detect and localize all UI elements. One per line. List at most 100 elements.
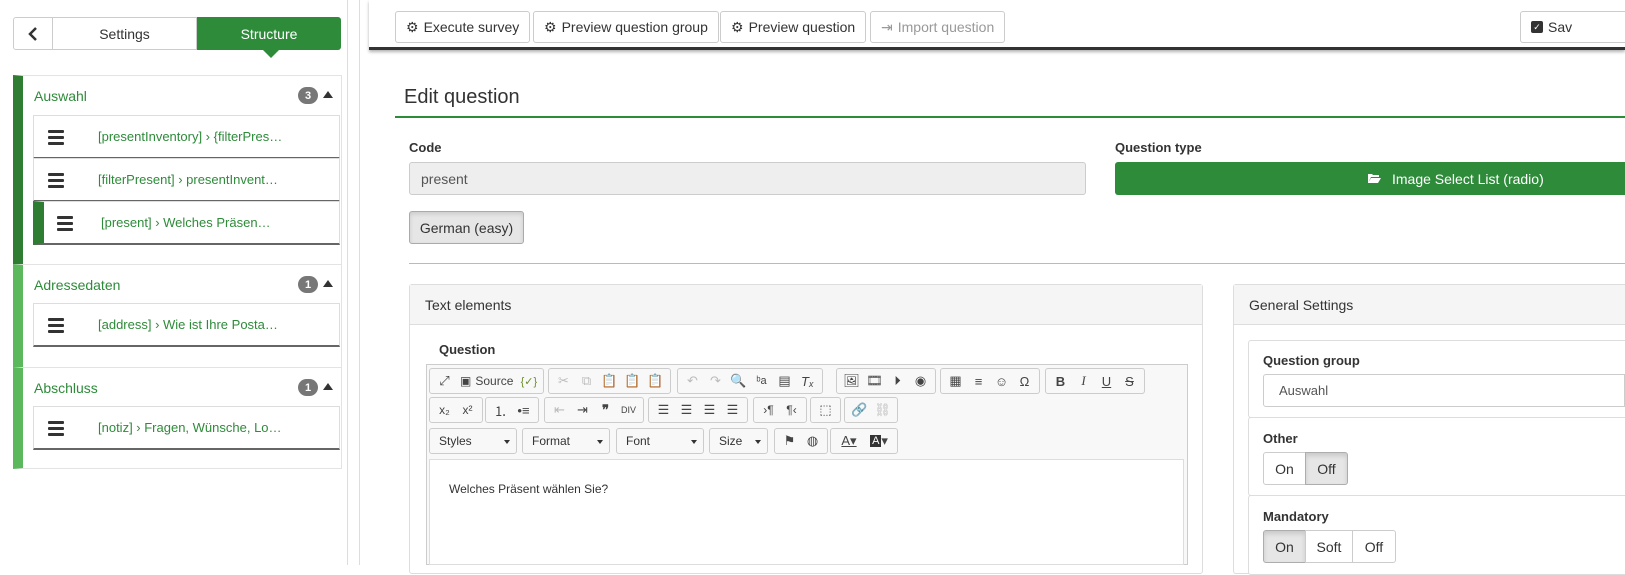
superscript-icon[interactable]: x² <box>456 399 479 421</box>
maximize-icon[interactable]: ⤢ <box>433 370 456 392</box>
redo-icon[interactable]: ↷ <box>704 370 727 392</box>
flag-icon[interactable]: ⚑ <box>778 430 801 452</box>
expression-icon[interactable]: {✓} <box>517 370 540 392</box>
link-icon[interactable]: 🔗 <box>848 399 871 421</box>
drag-handle-icon[interactable] <box>57 216 73 234</box>
align-left-icon[interactable]: ☰ <box>652 399 675 421</box>
format-label: Format <box>532 434 571 448</box>
question-link[interactable]: [notiz] › Fragen, Wünsche, Lo… <box>98 420 282 435</box>
group-title[interactable]: Adressedaten <box>34 277 120 293</box>
flash-icon[interactable]: ◉ <box>909 370 932 392</box>
question-type-selector-button[interactable]: Image Select List (radio) <box>1115 162 1625 195</box>
subscript-icon[interactable]: x₂ <box>433 399 456 421</box>
horizontal-line-icon[interactable]: ≡ <box>967 370 990 392</box>
outdent-icon[interactable]: ⇤ <box>548 399 571 421</box>
question-link[interactable]: [filterPresent] › presentInvent… <box>98 172 278 187</box>
drag-handle-icon[interactable] <box>48 421 64 439</box>
special-char-icon[interactable]: Ω <box>1013 370 1036 392</box>
execute-survey-button[interactable]: ⚙ Execute survey <box>395 11 531 43</box>
bulleted-list-icon[interactable]: •≡ <box>512 399 535 421</box>
styles-dropdown[interactable]: Styles <box>429 428 517 454</box>
page-title: Edit question <box>404 86 520 108</box>
select-all-icon[interactable]: ▤ <box>773 370 796 392</box>
numbered-list-icon[interactable]: ⒈ <box>489 399 512 421</box>
question-row[interactable]: [presentInventory] › {filterPres… <box>33 115 340 159</box>
gear-icon: ⚙ <box>544 18 557 35</box>
sidebar-resize-divider[interactable] <box>359 0 360 565</box>
copy-icon[interactable]: ⧉ <box>575 370 598 392</box>
question-link[interactable]: [address] › Wie ist Ihre Posta… <box>98 317 278 332</box>
div-container-icon[interactable]: DIV <box>617 399 640 421</box>
question-link[interactable]: [present] › Welches Präsen… <box>101 215 271 230</box>
blockquote-icon[interactable]: ❞ <box>594 399 617 421</box>
mandatory-on-toggle[interactable]: On <box>1263 530 1306 563</box>
question-text-editor[interactable]: Welches Präsent wählen Sie? <box>429 459 1184 565</box>
font-dropdown[interactable]: Font <box>616 428 704 454</box>
editor-toolgroup-direction: ›¶ ¶‹ <box>753 397 807 423</box>
underline-icon[interactable]: U <box>1095 370 1118 392</box>
drag-handle-icon[interactable] <box>48 318 64 336</box>
import-question-button[interactable]: ⇥ Import question <box>870 11 1006 43</box>
other-off-toggle[interactable]: Off <box>1305 452 1348 485</box>
play-icon[interactable]: ⏵ <box>886 370 909 392</box>
question-link[interactable]: [presentInventory] › {filterPres… <box>98 129 282 144</box>
mandatory-label: Mandatory <box>1263 509 1329 524</box>
mandatory-soft-toggle[interactable]: Soft <box>1305 530 1353 563</box>
align-right-icon[interactable]: ☰ <box>698 399 721 421</box>
code-field[interactable]: present <box>409 162 1086 195</box>
tab-settings[interactable]: Settings <box>53 17 197 50</box>
editor-toolgroup-align: ☰ ☰ ☰ ☰ <box>648 397 748 423</box>
text-color-icon[interactable]: A▾ <box>834 430 864 452</box>
replace-icon[interactable]: ᵇa <box>750 370 773 392</box>
video-icon[interactable]: 🎞 <box>863 370 886 392</box>
drag-handle-icon[interactable] <box>48 173 64 191</box>
paste-icon[interactable]: 📋 <box>598 370 621 392</box>
format-dropdown[interactable]: Format <box>522 428 610 454</box>
back-button[interactable] <box>13 17 53 50</box>
button-label: Import question <box>897 19 995 35</box>
show-blocks-icon[interactable]: ⬚ <box>814 399 837 421</box>
table-icon[interactable]: ▦ <box>944 370 967 392</box>
question-row[interactable]: [notiz] › Fragen, Wünsche, Lo… <box>33 406 340 450</box>
preview-question-group-button[interactable]: ⚙ Preview question group <box>533 11 719 43</box>
paste-text-icon[interactable]: 📋 <box>621 370 644 392</box>
question-row[interactable]: [filterPresent] › presentInvent… <box>33 158 340 202</box>
collapse-icon[interactable] <box>323 280 333 287</box>
size-dropdown[interactable]: Size <box>709 428 768 454</box>
other-on-toggle[interactable]: On <box>1263 452 1306 485</box>
tab-structure[interactable]: Structure <box>197 17 341 50</box>
question-row[interactable]: [address] › Wie ist Ihre Posta… <box>33 303 340 347</box>
bold-icon[interactable]: B <box>1049 370 1072 392</box>
undo-icon[interactable]: ↶ <box>681 370 704 392</box>
collapse-icon[interactable] <box>323 383 333 390</box>
save-button[interactable]: ✓ Sav <box>1520 11 1625 43</box>
smiley-icon[interactable]: ☺ <box>990 370 1013 392</box>
remove-format-icon[interactable]: Tₓ <box>796 370 819 392</box>
indent-icon[interactable]: ⇥ <box>571 399 594 421</box>
question-group-select[interactable]: Auswahl <box>1263 374 1625 407</box>
globe-icon[interactable]: ◍ <box>801 430 824 452</box>
paste-word-icon[interactable]: 📋 <box>644 370 667 392</box>
rtl-icon[interactable]: ¶‹ <box>780 399 803 421</box>
language-tab-german-easy[interactable]: German (easy) <box>409 211 524 244</box>
caret-down-icon <box>597 440 603 444</box>
group-title[interactable]: Abschluss <box>34 380 98 396</box>
question-row-active[interactable]: [present] › Welches Präsen… <box>33 201 340 245</box>
mandatory-off-toggle[interactable]: Off <box>1352 530 1396 563</box>
italic-icon[interactable]: I <box>1072 370 1095 392</box>
source-button[interactable]: ▣ Source <box>456 370 517 392</box>
image-icon[interactable]: 🖼 <box>840 370 863 392</box>
drag-handle-icon[interactable] <box>48 130 64 148</box>
strikethrough-icon[interactable]: S <box>1118 370 1141 392</box>
collapse-icon[interactable] <box>323 91 333 98</box>
unlink-icon[interactable]: ⛓ <box>871 399 894 421</box>
group-title[interactable]: Auswahl <box>34 88 87 104</box>
justify-icon[interactable]: ☰ <box>721 399 744 421</box>
background-color-icon[interactable]: A ▾ <box>864 430 894 452</box>
find-icon[interactable]: 🔍 <box>727 370 750 392</box>
preview-question-button[interactable]: ⚙ Preview question <box>720 11 867 43</box>
ltr-icon[interactable]: ›¶ <box>757 399 780 421</box>
cut-icon[interactable]: ✂ <box>552 370 575 392</box>
align-center-icon[interactable]: ☰ <box>675 399 698 421</box>
editor-toolgroup-blocks: ⬚ <box>810 397 841 423</box>
